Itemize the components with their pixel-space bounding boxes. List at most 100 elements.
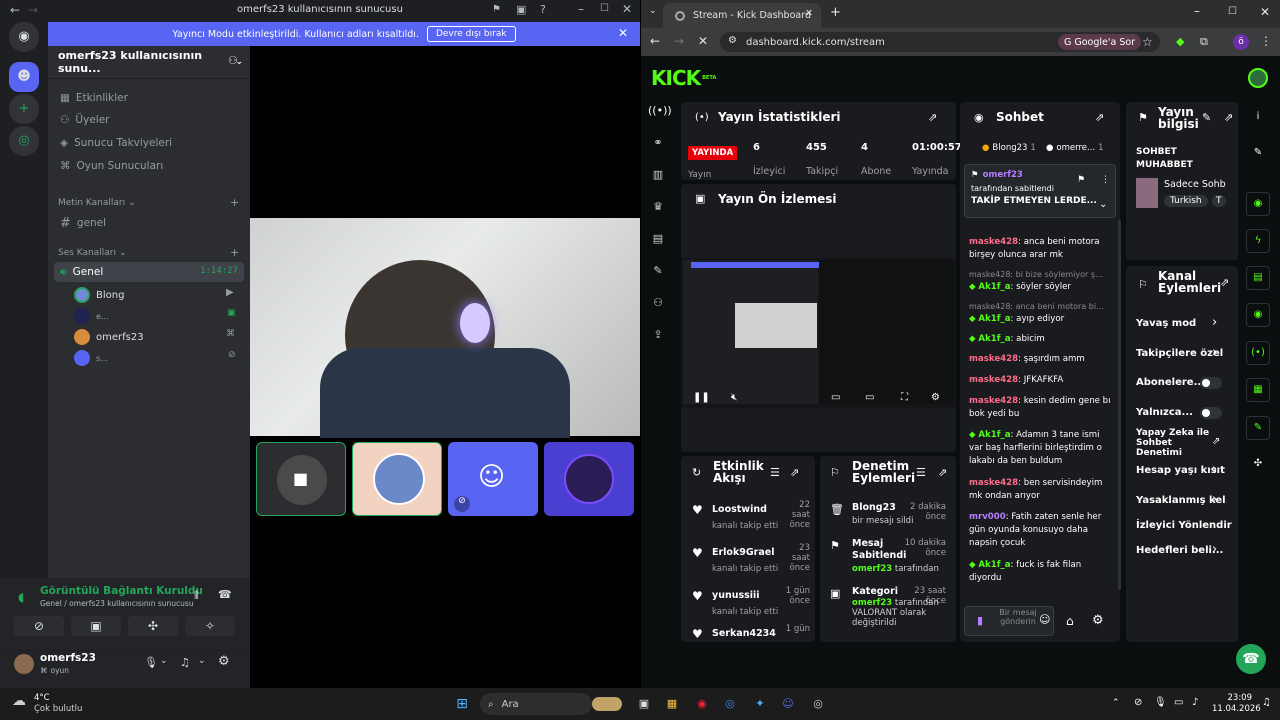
extension-icon[interactable]: ◆ — [1176, 35, 1184, 48]
action-followers-only[interactable]: Takipçilere özel — [1136, 348, 1223, 359]
nav-video-icon[interactable]: ▤ — [648, 232, 668, 252]
voice-category[interactable]: Ses Kanalları ⌄ — [58, 248, 127, 258]
discover-icon[interactable]: ◎ — [9, 126, 39, 156]
voice-user[interactable]: omerfs23 — [74, 327, 144, 347]
webcam-video[interactable] — [250, 218, 640, 438]
network-icon[interactable]: ⊘ — [1134, 697, 1142, 708]
nav-upload-icon[interactable]: ⇪ — [648, 328, 668, 348]
menu-events[interactable]: ▦ Etkinlikler — [58, 87, 243, 109]
app-icon[interactable]: ◉ — [692, 694, 712, 714]
chat-scrollbar[interactable] — [1118, 220, 1121, 590]
voice-user[interactable]: Blong — [74, 285, 124, 305]
close-icon[interactable]: ✕ — [1260, 5, 1270, 19]
video-tile-camera[interactable]: ■ — [256, 442, 346, 516]
kick-logo[interactable]: KICK BETA — [651, 66, 716, 90]
profile-avatar[interactable]: ö — [1233, 34, 1249, 50]
discord-home-icon[interactable]: ◉ — [9, 22, 39, 52]
chat-message[interactable]: ◆ Ak1f_a: abicim — [969, 333, 1114, 346]
video-tile-discord[interactable]: ☺ ⊘ — [448, 442, 538, 516]
chevron-up-icon[interactable]: ⌃ — [1112, 698, 1120, 708]
popout-icon[interactable]: ⇗ — [938, 466, 947, 479]
theater-icon[interactable]: ▭ — [865, 392, 874, 403]
filter-icon[interactable]: ☰ — [770, 466, 780, 479]
chevron-down-icon[interactable]: ⌄ — [198, 656, 206, 666]
screen-share-button[interactable]: ▣ — [71, 616, 121, 636]
maximize-icon[interactable]: ☐ — [600, 3, 609, 14]
wrench-icon[interactable]: ✎ — [1246, 416, 1270, 440]
pip-icon[interactable]: ▭ — [831, 392, 840, 403]
menu-kebab-icon[interactable]: ⋮ — [1260, 34, 1272, 48]
popout-icon[interactable]: ⇗ — [790, 466, 799, 479]
activities-button[interactable]: ✣ — [128, 616, 178, 636]
settings-gear-icon[interactable]: ⚙ — [931, 392, 940, 403]
disconnect-icon[interactable]: ☎ — [218, 588, 232, 601]
broadcast-icon[interactable]: (•) — [1246, 341, 1270, 365]
new-tab-icon[interactable]: + — [830, 5, 841, 20]
search-highlight-icon[interactable] — [592, 697, 622, 711]
menu-members[interactable]: ⚇ Üyeler — [58, 109, 243, 131]
support-chat-icon[interactable]: ☎ — [1236, 644, 1266, 674]
avatar[interactable] — [14, 654, 34, 674]
chat-username[interactable]: maske428 — [969, 237, 1018, 247]
back-icon[interactable]: ← — [650, 34, 660, 48]
video-tile-logo[interactable] — [544, 442, 634, 516]
task-view-icon[interactable]: ▣ — [634, 694, 654, 714]
bookmark-star-icon[interactable]: ☆ — [1142, 35, 1153, 49]
voice-user[interactable]: e... — [74, 306, 109, 326]
video-tile-avatar[interactable] — [352, 442, 442, 516]
chat-username[interactable]: Ak1f_a — [978, 430, 1010, 440]
chat-username[interactable]: maske428 — [969, 375, 1018, 385]
menu-game-servers[interactable]: ⌘ Oyun Sunucuları — [58, 155, 243, 177]
nav-stream-icon[interactable]: ((•)) — [648, 104, 672, 124]
headphones-icon[interactable]: ♫ — [180, 656, 190, 669]
maximize-icon[interactable]: ☐ — [1228, 6, 1237, 17]
app-icon[interactable]: ✦ — [750, 694, 770, 714]
lightning-icon[interactable]: ϟ — [1246, 229, 1270, 253]
settings-gear-icon[interactable]: ⚙ — [218, 654, 230, 669]
popout-icon[interactable]: ⇗ — [1224, 111, 1233, 124]
taskbar-search[interactable]: ⌕ Ara — [480, 693, 592, 715]
invite-icon[interactable]: ⚇ — [228, 54, 238, 67]
chat-message[interactable]: maske428: anca beni motora bi... ◆ Ak1f_a… — [969, 300, 1114, 326]
noise-icon[interactable]: ⦀ — [194, 589, 199, 603]
minimize-icon[interactable]: – — [578, 2, 584, 16]
google-ask-button[interactable]: G Google'a Sor — [1058, 34, 1142, 50]
filter-icon[interactable]: ☰ — [916, 466, 926, 479]
fullscreen-icon[interactable]: ⛶ — [901, 392, 908, 403]
info-icon[interactable]: i — [1246, 106, 1270, 130]
notification-bell-icon[interactable]: ♫ — [1262, 697, 1271, 708]
stop-icon[interactable]: ✕ — [698, 34, 708, 48]
layout-icon[interactable]: ▦ — [1246, 378, 1270, 402]
chat-message[interactable]: maske428: kesin dedim gene bı bok yedi b… — [969, 395, 1114, 421]
site-info-icon[interactable]: ⚙ — [728, 35, 737, 46]
pinned-message[interactable]: ⚑ omerf23 tarafından sabitlendi TAKİP ETM… — [964, 164, 1116, 218]
chat-message[interactable]: ◆ Ak1f_a: fuck is fak filan diyordu — [969, 559, 1114, 585]
store-icon[interactable]: ▦ — [662, 694, 682, 714]
help-icon[interactable]: ? — [540, 3, 546, 16]
server-icon[interactable]: ☻ — [9, 62, 39, 92]
chat-message[interactable]: maske428: şaşırdım amm — [969, 353, 1114, 366]
nav-wrench-icon[interactable]: ✎ — [648, 264, 668, 284]
mic-icon[interactable]: ▮ — [977, 614, 983, 627]
chat-bubble-icon[interactable]: ◉ — [1246, 303, 1270, 327]
tab-close-icon[interactable]: ✕ — [805, 8, 813, 19]
server-name-header[interactable]: omerfs23 kullanıcısının sunu... ⌄ — [58, 49, 243, 75]
close-icon[interactable]: ✕ — [622, 2, 632, 16]
action-goals[interactable]: Hedefleri beli... — [1136, 545, 1223, 556]
gift-icon[interactable]: ⌂ — [1066, 614, 1074, 628]
chat-message[interactable]: maske428: JFKAFKFA — [969, 374, 1114, 387]
add-server-icon[interactable]: + — [9, 94, 39, 124]
soundboard-button[interactable]: ✧ — [185, 616, 235, 636]
nav-analytics-icon[interactable]: ▥ — [648, 168, 668, 188]
emote-only-toggle[interactable] — [1200, 407, 1222, 419]
apps-icon[interactable]: ✣ — [1246, 453, 1270, 477]
unpin-icon[interactable]: ⚑ — [1077, 175, 1085, 185]
mute-icon[interactable]: 🔇︎ — [731, 392, 737, 403]
chat-tab-user[interactable]: ● omerre... 1 — [1046, 143, 1104, 153]
chat-username[interactable]: Ak1f_a — [978, 282, 1010, 292]
display-icon[interactable]: ▭ — [1174, 697, 1183, 708]
voice-user[interactable]: s... — [74, 348, 108, 368]
pin-icon[interactable]: ⚑ — [492, 4, 501, 15]
chat-message[interactable]: maske428: bi bize söylemiyor ş... ◆ Ak1f_… — [969, 268, 1114, 294]
chevron-down-icon[interactable]: ⌄ — [160, 656, 168, 666]
